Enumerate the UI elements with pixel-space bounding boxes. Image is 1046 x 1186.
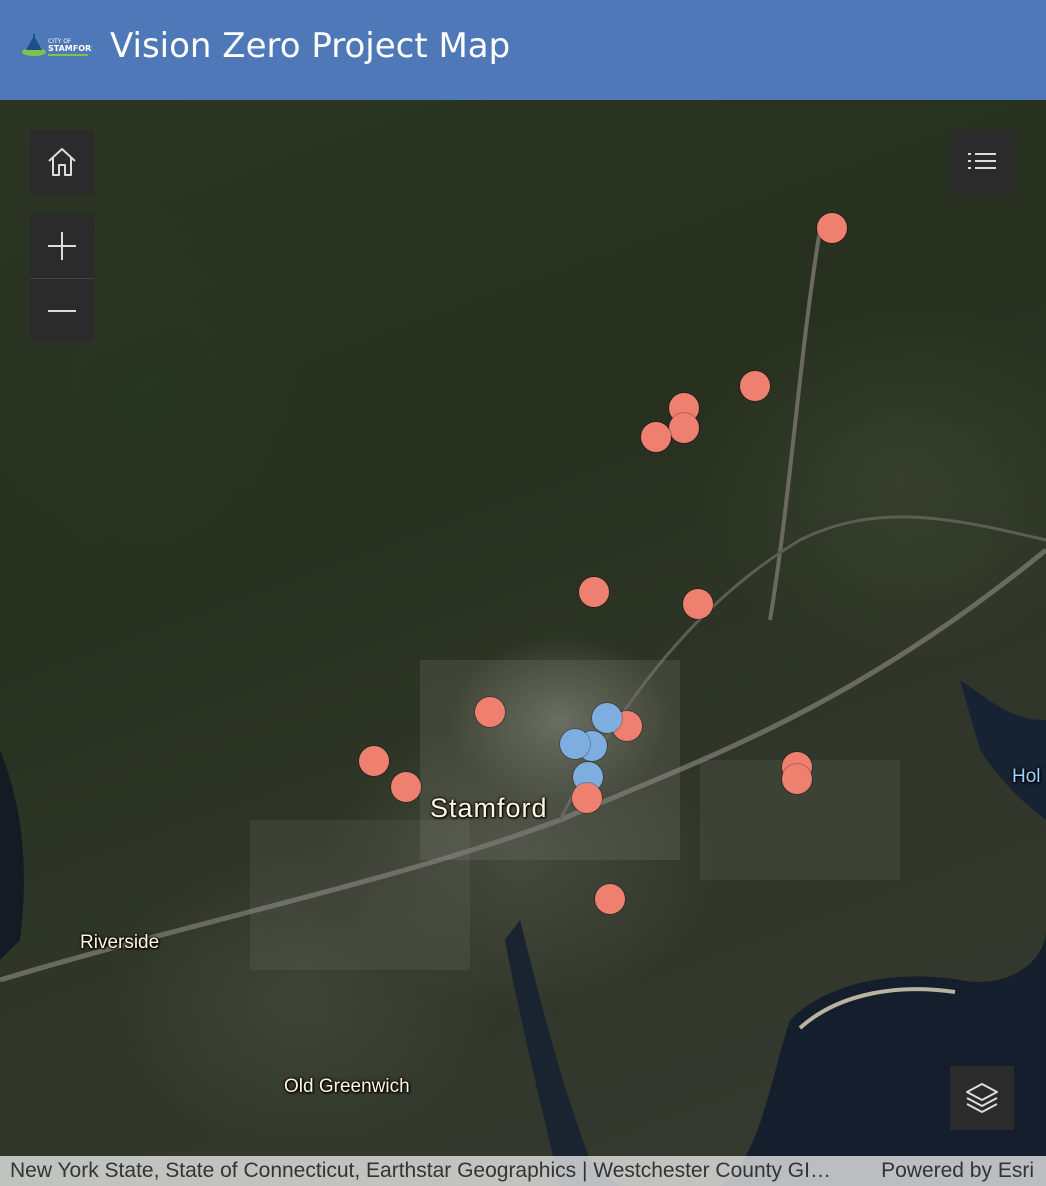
satellite-basemap (0, 229, 1046, 1186)
minus-icon (48, 309, 76, 312)
label-cut-off: Hol (1012, 766, 1041, 787)
label-riverside: Riverside (80, 932, 160, 953)
project-point-red[interactable] (572, 783, 602, 813)
project-point-red[interactable] (391, 772, 421, 802)
project-point-red[interactable] (669, 413, 699, 443)
layers-button[interactable] (950, 1066, 1014, 1130)
attribution-credits[interactable]: New York State, State of Connecticut, Ea… (10, 1156, 840, 1186)
powered-by-esri[interactable]: Powered by Esri (881, 1156, 1034, 1186)
home-icon (48, 148, 76, 176)
home-button[interactable] (30, 130, 94, 194)
project-point-red[interactable] (595, 884, 625, 914)
zoom-out-button[interactable] (30, 279, 94, 342)
project-point-red[interactable] (817, 213, 847, 243)
label-stamford: Stamford (430, 793, 548, 823)
legend-button[interactable] (950, 130, 1014, 194)
list-icon (968, 153, 996, 169)
project-point-blue[interactable] (560, 729, 590, 759)
project-point-red[interactable] (641, 422, 671, 452)
map-attribution: New York State, State of Connecticut, Ea… (0, 1156, 1046, 1186)
project-point-red[interactable] (359, 746, 389, 776)
zoom-in-button[interactable] (30, 214, 94, 279)
label-old-greenwich: Old Greenwich (284, 1076, 410, 1097)
project-point-red[interactable] (475, 697, 505, 727)
app-header: CITY OF STAMFORD Vision Zero Project Map (0, 0, 1046, 100)
city-logo: CITY OF STAMFORD (20, 30, 98, 62)
project-point-blue[interactable] (592, 703, 622, 733)
project-point-red[interactable] (782, 764, 812, 794)
logo-text-main: STAMFORD (48, 44, 92, 53)
project-point-red[interactable] (740, 371, 770, 401)
plus-icon (48, 232, 76, 260)
map-view[interactable]: Stamford Riverside Old Greenwich Hol New… (0, 100, 1046, 1186)
layers-icon (966, 1083, 998, 1113)
page-title: Vision Zero Project Map (110, 26, 511, 66)
project-point-red[interactable] (579, 577, 609, 607)
project-point-red[interactable] (683, 589, 713, 619)
